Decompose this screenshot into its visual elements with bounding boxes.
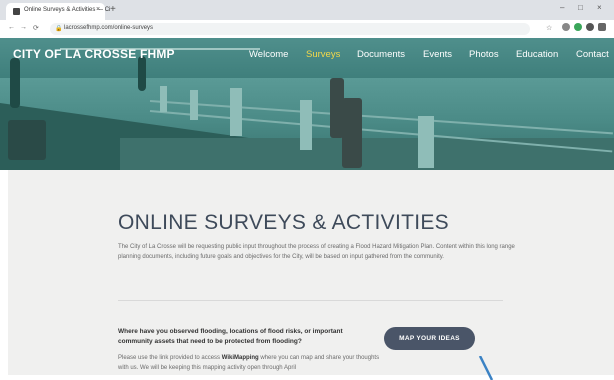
tab-close-icon[interactable]: × [96, 6, 100, 13]
nav-education[interactable]: Education [516, 49, 558, 60]
url-text: lacrossefhmp.com/online-surveys [64, 25, 154, 31]
star-icon[interactable]: ☆ [546, 24, 552, 32]
hero-statue [342, 98, 362, 168]
intro-paragraph: The City of La Crosse will be requesting… [118, 244, 515, 260]
section-divider [118, 300, 503, 301]
extension-icon[interactable] [562, 23, 570, 31]
hero-post [300, 100, 312, 150]
survey-question: Where have you observed flooding, locati… [118, 328, 343, 345]
hero-post [230, 88, 242, 136]
nav-surveys[interactable]: Surveys [306, 49, 340, 60]
maximize-button[interactable]: □ [578, 3, 583, 12]
wikimapping-link[interactable]: WikiMapping [222, 355, 259, 361]
extension-green-icon[interactable] [574, 23, 582, 31]
nav-photos[interactable]: Photos [469, 49, 499, 60]
nav-welcome[interactable]: Welcome [249, 49, 288, 60]
lock-icon: 🔒 [55, 26, 63, 32]
minimize-button[interactable]: – [560, 3, 564, 12]
hero-walkway [120, 138, 614, 170]
forward-icon[interactable]: → [20, 24, 27, 31]
back-icon[interactable]: ← [8, 24, 15, 31]
close-window-button[interactable]: × [597, 3, 602, 12]
favicon-icon [13, 8, 20, 15]
map-your-ideas-button[interactable]: MAP YOUR IDEAS [384, 327, 475, 350]
browser-tabstrip: Online Surveys & Activities — Ci × + – □… [0, 0, 614, 20]
survey-body: Please use the link provided to access W… [118, 353, 383, 373]
extensions-puzzle-icon[interactable] [586, 23, 594, 31]
nav-contact[interactable]: Contact [576, 49, 609, 60]
hero-post [160, 86, 167, 112]
hero-bench [8, 120, 46, 160]
hero-post [190, 90, 198, 120]
body-prefix: Please use the link provided to access [118, 355, 222, 361]
new-tab-button[interactable]: + [110, 4, 116, 15]
nav-events[interactable]: Events [423, 49, 452, 60]
reload-icon[interactable]: ⟳ [33, 24, 39, 32]
nav-documents[interactable]: Documents [357, 49, 405, 60]
hero-post [418, 116, 434, 168]
page-title: ONLINE SURVEYS & ACTIVITIES [118, 211, 449, 234]
hero-tree [138, 56, 146, 91]
pointer-arrow-icon [478, 356, 494, 380]
site-logo[interactable]: CITY OF LA CROSSE FHMP [13, 47, 175, 61]
address-bar-area: ← → ⟳ 🔒 lacrossefhmp.com/online-surveys … [0, 20, 614, 39]
profile-icon[interactable] [598, 23, 606, 31]
hero-tree [10, 58, 20, 108]
url-bar[interactable]: 🔒 lacrossefhmp.com/online-surveys [50, 23, 530, 35]
browser-tab[interactable]: Online Surveys & Activities — Ci × [6, 3, 110, 20]
